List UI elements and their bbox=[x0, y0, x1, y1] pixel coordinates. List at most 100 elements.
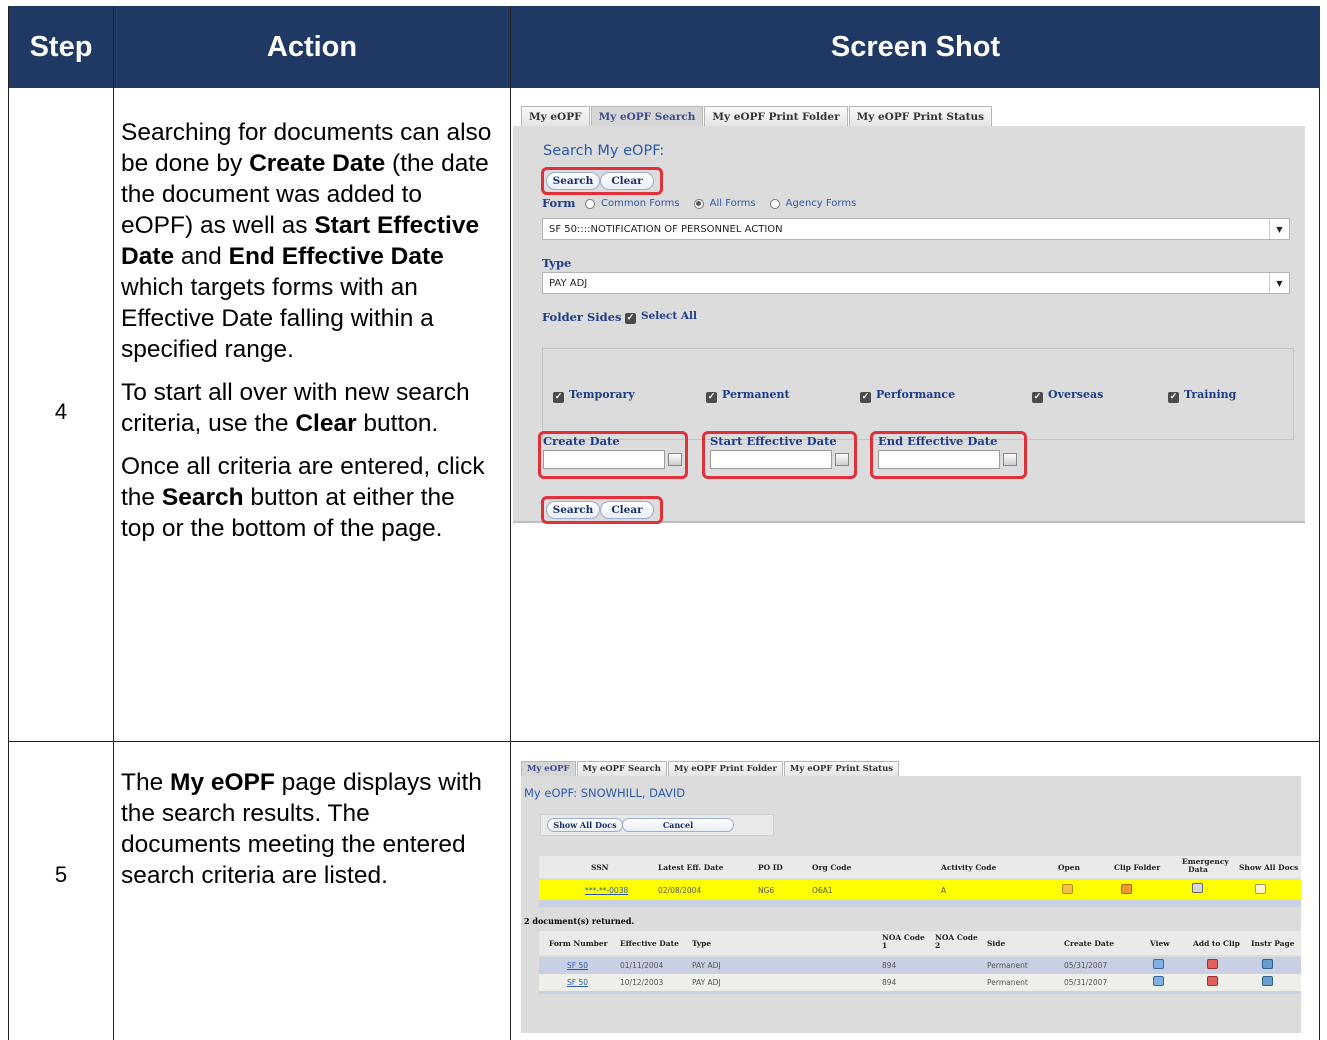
instr-page-icon[interactable] bbox=[1262, 959, 1273, 969]
column-header: Open bbox=[1058, 863, 1081, 872]
results-count: 2 document(s) returned. bbox=[524, 916, 635, 926]
column-header: Type bbox=[692, 939, 712, 948]
header-action: Action bbox=[114, 6, 510, 88]
calendar-icon[interactable] bbox=[835, 453, 849, 466]
column-header: PO ID bbox=[758, 863, 783, 872]
end-effective-date-label: End Effective Date bbox=[878, 434, 998, 448]
radio-agency-forms[interactable] bbox=[769, 198, 780, 209]
side-performance[interactable]: ✓ Performance bbox=[860, 388, 955, 403]
form-radio-group: Common Forms All Forms Agency Forms bbox=[576, 198, 856, 209]
tab-print-folder[interactable]: My eOPF Print Folder bbox=[704, 106, 848, 126]
checkbox-icon: ✓ bbox=[1168, 392, 1179, 403]
clip-folder-icon[interactable] bbox=[1121, 884, 1132, 894]
page-title: Search My eOPF: bbox=[543, 143, 665, 159]
cell: Permanent bbox=[987, 961, 1028, 970]
type-select-value: PAY ADJ bbox=[549, 277, 588, 289]
tab-print-status[interactable]: My eOPF Print Status bbox=[783, 761, 900, 776]
cell: A bbox=[941, 886, 947, 895]
grid-footer bbox=[539, 900, 1301, 907]
step-number: 5 bbox=[54, 862, 68, 887]
emergency-data-icon[interactable] bbox=[1192, 883, 1203, 893]
step-4-action: Searching for documents can also be done… bbox=[114, 117, 494, 556]
instr-page-icon[interactable] bbox=[1262, 976, 1273, 986]
show-all-docs-icon[interactable] bbox=[1255, 884, 1266, 894]
row-divider bbox=[9, 741, 1319, 742]
grid-footer bbox=[539, 991, 1301, 994]
cell: 02/08/2004 bbox=[658, 886, 702, 895]
view-icon[interactable] bbox=[1153, 959, 1164, 969]
tab-bar: My eOPF My eOPF Search My eOPF Print Fol… bbox=[521, 761, 900, 776]
column-header: Activity Code bbox=[941, 863, 997, 872]
tab-my-eopf[interactable]: My eOPF bbox=[521, 106, 590, 126]
select-all-checkbox[interactable]: ✓ Select All bbox=[625, 310, 697, 324]
action-paragraph: Once all criteria are entered, click the… bbox=[121, 453, 485, 542]
checkbox-icon: ✓ bbox=[706, 392, 717, 403]
end-effective-date-input[interactable] bbox=[878, 450, 1000, 469]
employee-row[interactable] bbox=[539, 880, 1301, 900]
cell: Permanent bbox=[987, 978, 1028, 987]
step-number: 4 bbox=[54, 399, 68, 424]
tab-my-eopf-search[interactable]: My eOPF Search bbox=[576, 761, 667, 776]
column-header: Instr Page bbox=[1251, 939, 1295, 948]
cancel-button[interactable]: Cancel bbox=[622, 818, 734, 832]
folder-open-icon[interactable] bbox=[1062, 884, 1073, 894]
column-header: Emergency Data bbox=[1182, 857, 1229, 874]
start-effective-date-input[interactable] bbox=[710, 450, 832, 469]
form-select-value: SF 50::::NOTIFICATION OF PERSONNEL ACTIO… bbox=[549, 223, 783, 235]
cell: 894 bbox=[882, 961, 897, 970]
clear-button[interactable]: Clear bbox=[600, 172, 654, 190]
checkbox-icon: ✓ bbox=[553, 392, 564, 403]
clear-button[interactable]: Clear bbox=[600, 501, 654, 519]
results-panel: My eOPF: SNOWHILL, DAVID Show All Docs C… bbox=[521, 776, 1301, 1033]
type-select[interactable]: PAY ADJ ▼ bbox=[542, 272, 1290, 294]
folder-sides-box: ✓ Temporary ✓ Permanent ✓ Performance ✓ Over… bbox=[542, 348, 1294, 440]
calendar-icon[interactable] bbox=[1003, 453, 1017, 466]
tab-my-eopf-search[interactable]: My eOPF Search bbox=[590, 106, 704, 126]
header-step: Step bbox=[9, 6, 113, 88]
form-number-link[interactable]: SF 50 bbox=[567, 961, 588, 970]
add-to-clip-icon[interactable] bbox=[1207, 976, 1218, 986]
form-select[interactable]: SF 50::::NOTIFICATION OF PERSONNEL ACTIO… bbox=[542, 218, 1290, 240]
side-permanent[interactable]: ✓ Permanent bbox=[706, 388, 790, 403]
add-to-clip-icon[interactable] bbox=[1207, 959, 1218, 969]
chevron-down-icon[interactable]: ▼ bbox=[1269, 273, 1289, 293]
start-effective-date-label: Start Effective Date bbox=[710, 434, 837, 448]
action-paragraph: To start all over with new search criter… bbox=[121, 379, 470, 437]
radio-common-forms[interactable] bbox=[585, 198, 595, 209]
radio-label: Common Forms bbox=[601, 198, 680, 209]
column-header: Latest Eff. Date bbox=[658, 863, 724, 872]
search-button[interactable]: Search bbox=[546, 172, 600, 190]
radio-all-forms[interactable] bbox=[693, 198, 704, 209]
side-temporary[interactable]: ✓ Temporary bbox=[553, 388, 635, 403]
tab-print-folder[interactable]: My eOPF Print Folder bbox=[667, 761, 783, 776]
column-header: Form Number bbox=[549, 939, 608, 948]
form-number-link[interactable]: SF 50 bbox=[567, 978, 588, 987]
page-title: My eOPF: SNOWHILL, DAVID bbox=[524, 786, 686, 800]
cell: 894 bbox=[882, 978, 897, 987]
column-header: NOA Code 1 bbox=[882, 933, 925, 950]
column-header: Effective Date bbox=[620, 939, 679, 948]
ssn-link[interactable]: ***-**-0038 bbox=[585, 886, 628, 895]
create-date-input[interactable] bbox=[543, 450, 665, 469]
calendar-icon[interactable] bbox=[668, 453, 682, 466]
column-header: Org Code bbox=[812, 863, 852, 872]
column-header: Add to Clip bbox=[1193, 939, 1240, 948]
show-all-docs-button[interactable]: Show All Docs bbox=[547, 818, 623, 832]
search-panel: Search My eOPF: Search Clear Form Common… bbox=[513, 126, 1305, 524]
step-5-action: The My eOPF page displays with the searc… bbox=[114, 767, 494, 903]
cell: 05/31/2007 bbox=[1064, 961, 1108, 970]
radio-label: All Forms bbox=[709, 198, 756, 209]
action-paragraph: Searching for documents can also be done… bbox=[121, 119, 492, 363]
bottom-button-group: Search Clear bbox=[546, 501, 654, 519]
side-training[interactable]: ✓ Training bbox=[1168, 388, 1236, 403]
column-header: Create Date bbox=[1064, 939, 1114, 948]
view-icon[interactable] bbox=[1153, 976, 1164, 986]
tab-my-eopf[interactable]: My eOPF bbox=[521, 761, 576, 776]
tab-print-status[interactable]: My eOPF Print Status bbox=[848, 106, 993, 126]
search-button[interactable]: Search bbox=[546, 501, 600, 519]
cell: NG6 bbox=[758, 886, 775, 895]
header-screenshot: Screen Shot bbox=[511, 6, 1320, 88]
type-label: Type bbox=[542, 256, 572, 270]
chevron-down-icon[interactable]: ▼ bbox=[1269, 219, 1289, 239]
side-overseas[interactable]: ✓ Overseas bbox=[1032, 388, 1103, 403]
